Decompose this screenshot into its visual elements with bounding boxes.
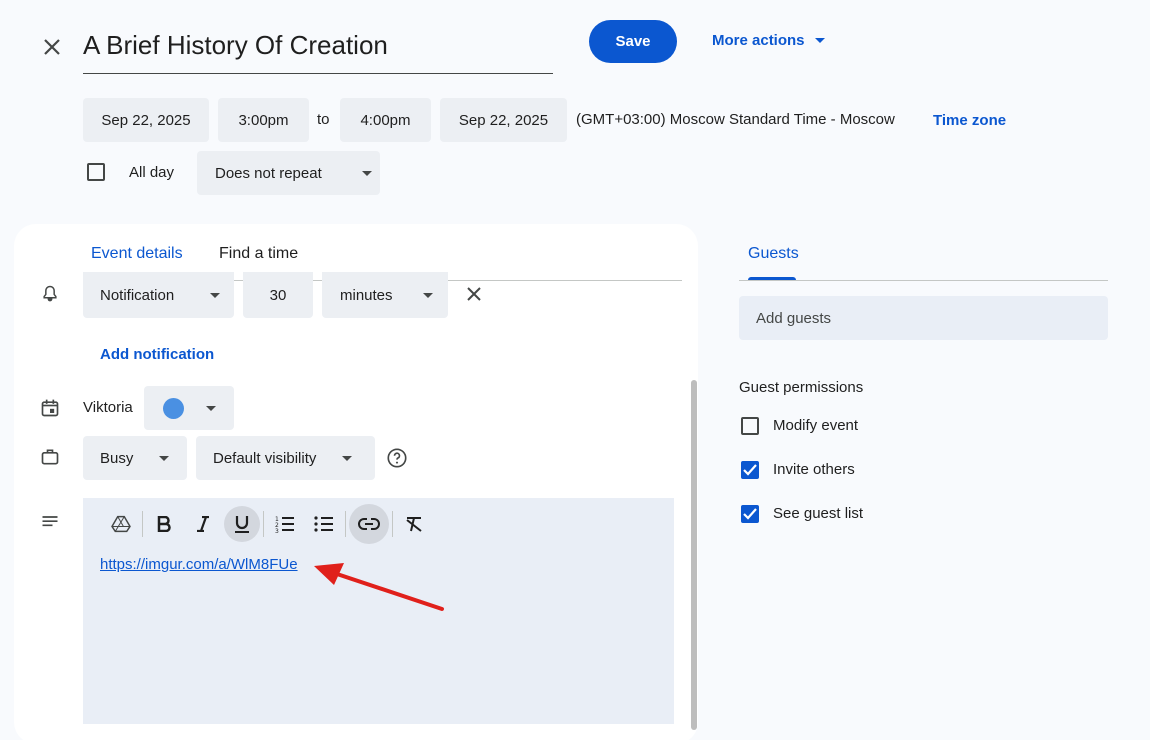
invite-others-label: Invite others (773, 461, 855, 478)
modify-event-checkbox[interactable] (741, 417, 759, 435)
close-button[interactable] (36, 31, 68, 63)
toolbar-separator (142, 511, 143, 537)
caret-down-icon (159, 455, 170, 461)
toolbar-separator (392, 511, 393, 537)
annotation-arrow (314, 563, 444, 611)
add-guests-input[interactable]: Add guests (739, 296, 1108, 340)
italic-icon (197, 516, 209, 532)
all-day-label: All day (129, 164, 175, 181)
guest-permissions-title: Guest permissions (739, 379, 864, 396)
remove-notification-button[interactable] (462, 282, 486, 306)
to-label: to (317, 111, 330, 128)
drive-attach-button[interactable] (103, 506, 139, 542)
calendar-color-dropdown[interactable] (144, 386, 234, 430)
close-icon (467, 287, 481, 301)
caret-down-icon (210, 292, 221, 298)
add-notification-link[interactable]: Add notification (100, 346, 214, 363)
checkmark-icon (743, 464, 757, 476)
tab-find-a-time[interactable]: Find a time (219, 245, 298, 263)
guests-divider (739, 280, 1108, 281)
see-guest-list-checkbox[interactable] (741, 505, 759, 523)
briefcase-icon (38, 445, 62, 469)
panel-scrollbar[interactable] (691, 380, 697, 730)
description-link[interactable]: https://imgur.com/a/WlM8FUe (100, 556, 298, 573)
help-icon (387, 448, 407, 468)
notification-unit-dropdown[interactable]: minutes (322, 272, 448, 318)
modify-event-label: Modify event (773, 417, 859, 434)
calendar-owner: Viktoria (83, 399, 133, 416)
caret-down-icon (205, 405, 216, 411)
busy-status-dropdown[interactable]: Busy (83, 436, 187, 480)
italic-button[interactable] (185, 506, 221, 542)
save-button[interactable]: Save (589, 20, 677, 63)
checkmark-icon (743, 508, 757, 520)
bell-icon (38, 282, 62, 306)
notification-unit-value: minutes (340, 286, 393, 304)
bold-button[interactable] (146, 506, 182, 542)
caret-down-icon (422, 292, 433, 298)
invite-others-checkbox[interactable] (741, 461, 759, 479)
timezone-text: (GMT+03:00) Moscow Standard Time - Mosco… (576, 111, 895, 128)
clear-format-button[interactable] (396, 506, 432, 542)
numbered-list-icon: 123 (275, 516, 294, 533)
drive-icon (111, 515, 131, 533)
tab-guests[interactable]: Guests (748, 245, 799, 263)
bulleted-list-button[interactable] (306, 506, 342, 542)
bulleted-list-icon (314, 516, 333, 532)
help-button[interactable] (385, 446, 409, 470)
close-icon (44, 39, 60, 55)
calendar-color-swatch (162, 397, 184, 419)
calendar-icon (38, 396, 62, 420)
tab-event-details[interactable]: Event details (91, 245, 183, 263)
notification-type-value: Notification (100, 286, 175, 304)
visibility-dropdown[interactable]: Default visibility (196, 436, 375, 480)
notification-amount-input[interactable]: 30 (243, 272, 313, 318)
repeat-value: Does not repeat (215, 164, 322, 182)
clear-format-icon (406, 517, 422, 532)
end-time-button[interactable]: 4:00pm (340, 98, 431, 142)
svg-text:3: 3 (275, 528, 279, 533)
caret-down-icon (814, 37, 825, 43)
underline-icon (235, 516, 249, 533)
event-title: A Brief History Of Creation (83, 30, 388, 60)
see-guest-list-label: See guest list (773, 505, 864, 522)
busy-status-value: Busy (100, 449, 134, 467)
caret-down-icon (342, 455, 353, 461)
more-actions-label: More actions (712, 31, 805, 49)
event-title-field[interactable]: A Brief History Of Creation (83, 24, 553, 74)
start-time-button[interactable]: 3:00pm (218, 98, 309, 142)
link-icon (358, 518, 380, 530)
formatting-toolbar: 123 (103, 504, 432, 544)
bold-icon (157, 516, 171, 532)
insert-link-button[interactable] (349, 504, 389, 544)
more-actions-button[interactable]: More actions (712, 28, 825, 52)
description-icon (38, 510, 62, 534)
end-date-button[interactable]: Sep 22, 2025 (440, 98, 567, 142)
notification-type-dropdown[interactable]: Notification (83, 272, 234, 318)
visibility-value: Default visibility (213, 449, 317, 467)
toolbar-separator (263, 511, 264, 537)
start-date-button[interactable]: Sep 22, 2025 (83, 98, 209, 142)
repeat-dropdown[interactable]: Does not repeat (197, 151, 380, 195)
all-day-checkbox[interactable] (87, 163, 105, 181)
timezone-link[interactable]: Time zone (933, 112, 1006, 129)
toolbar-separator (345, 511, 346, 537)
caret-down-icon (361, 170, 372, 176)
underline-button[interactable] (224, 506, 260, 542)
numbered-list-button[interactable]: 123 (267, 506, 303, 542)
